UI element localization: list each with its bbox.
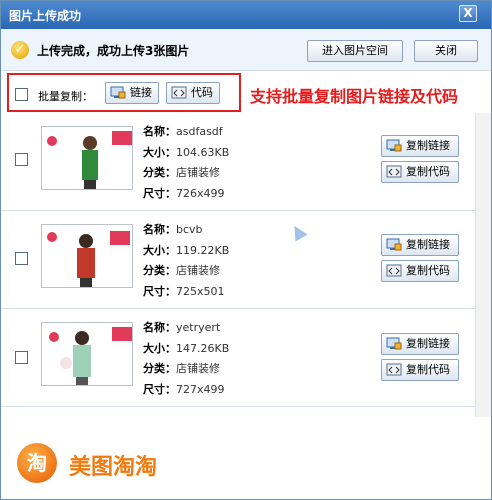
code-icon — [386, 264, 402, 277]
batch-code-label: 代码 — [191, 86, 213, 99]
upload-success-dialog: 图片上传成功 X ✓ 上传完成，成功上传3张图片 进入图片空间 关闭 批量复制：… — [0, 0, 492, 500]
brand-logo-icon: 淘 — [17, 443, 57, 483]
list-item: 名称：bcvb 大小：119.22KB 分类：店铺装修 尺寸：725x501 复… — [1, 211, 475, 309]
category-key: 分类： — [143, 166, 176, 179]
list-scrollbar[interactable] — [475, 113, 491, 417]
category-key: 分类： — [143, 264, 176, 277]
item-name: asdfasdf — [176, 125, 223, 138]
title-bar: 图片上传成功 X — [1, 1, 491, 29]
link-icon — [386, 337, 402, 350]
copy-code-label: 复制代码 — [406, 165, 450, 178]
item-size: 119.22KB — [176, 244, 230, 257]
item-size: 147.26KB — [176, 342, 230, 355]
batch-code-button[interactable]: 代码 — [166, 82, 220, 104]
image-thumbnail — [41, 126, 133, 190]
batch-link-label: 链接 — [130, 86, 152, 99]
link-icon — [386, 238, 402, 251]
item-checkbox[interactable] — [15, 252, 28, 265]
open-image-space-button[interactable]: 进入图片空间 — [307, 40, 403, 62]
item-size: 104.63KB — [176, 146, 230, 159]
category-key: 分类： — [143, 362, 176, 375]
batch-link-button[interactable]: 链接 — [105, 82, 159, 104]
name-key: 名称： — [143, 223, 176, 236]
copy-link-button[interactable]: 复制链接 — [381, 135, 459, 157]
item-dims: 727x499 — [176, 383, 225, 396]
item-dims: 725x501 — [176, 285, 225, 298]
copy-code-button[interactable]: 复制代码 — [381, 161, 459, 183]
copy-link-button[interactable]: 复制链接 — [381, 333, 459, 355]
select-all-checkbox[interactable] — [15, 88, 28, 101]
item-category: 店铺装修 — [176, 166, 220, 179]
dims-key: 尺寸： — [143, 285, 176, 298]
image-thumbnail — [41, 224, 133, 288]
item-checkbox[interactable] — [15, 153, 28, 166]
link-icon — [386, 139, 402, 152]
item-name: yetryert — [176, 321, 221, 334]
item-name: bcvb — [176, 223, 203, 236]
size-key: 大小： — [143, 146, 176, 159]
close-icon[interactable]: X — [459, 5, 477, 22]
name-key: 名称： — [143, 125, 176, 138]
item-category: 店铺装修 — [176, 362, 220, 375]
copy-code-label: 复制代码 — [406, 264, 450, 277]
dims-key: 尺寸： — [143, 187, 176, 200]
dialog-title: 图片上传成功 — [9, 9, 82, 23]
size-key: 大小： — [143, 244, 176, 257]
item-category: 店铺装修 — [176, 264, 220, 277]
item-dims: 726x499 — [176, 187, 225, 200]
link-icon — [110, 86, 126, 99]
batch-copy-label: 批量复制： — [38, 90, 93, 103]
list-item: 名称：asdfasdf 大小：104.63KB 分类：店铺装修 尺寸：726x4… — [1, 113, 475, 211]
copy-link-label: 复制链接 — [406, 238, 450, 251]
copy-link-label: 复制链接 — [406, 139, 450, 152]
copy-code-label: 复制代码 — [406, 363, 450, 376]
copy-link-label: 复制链接 — [406, 337, 450, 350]
copy-code-button[interactable]: 复制代码 — [381, 260, 459, 282]
list-item: 名称：yetryert 大小：147.26KB 分类：店铺装修 尺寸：727x4… — [1, 309, 475, 407]
size-key: 大小： — [143, 342, 176, 355]
close-button[interactable]: 关闭 — [414, 40, 478, 62]
name-key: 名称： — [143, 321, 176, 334]
copy-code-button[interactable]: 复制代码 — [381, 359, 459, 381]
brand-name: 美图淘淘 — [69, 455, 158, 480]
copy-link-button[interactable]: 复制链接 — [381, 234, 459, 256]
code-icon — [386, 363, 402, 376]
batch-copy-promo: 支持批量复制图片链接及代码 — [250, 87, 459, 106]
image-thumbnail — [41, 322, 133, 386]
check-icon: ✓ — [11, 41, 29, 59]
code-icon — [171, 86, 187, 99]
status-message: 上传完成，成功上传3张图片 — [37, 44, 190, 58]
dims-key: 尺寸： — [143, 383, 176, 396]
item-checkbox[interactable] — [15, 351, 28, 364]
code-icon — [386, 165, 402, 178]
